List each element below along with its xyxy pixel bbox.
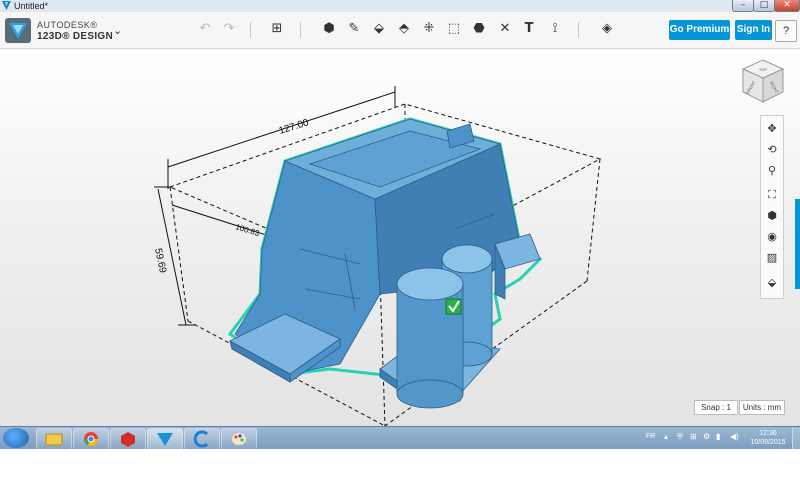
- grouping-icon[interactable]: ⬚: [445, 20, 463, 38]
- show-desktop-button[interactable]: [792, 427, 800, 449]
- sketch-icon[interactable]: ✎: [345, 20, 363, 38]
- pan-icon[interactable]: ✥: [761, 120, 783, 138]
- height-dimension-label: 59.69: [152, 247, 168, 274]
- blank-area: [0, 449, 800, 501]
- ccleaner-icon[interactable]: [184, 428, 220, 450]
- orbit-icon[interactable]: ⟲: [761, 141, 783, 159]
- navigation-cube[interactable]: TOP FRONT RIGHT: [740, 58, 786, 104]
- measure-icon[interactable]: ✕: [496, 20, 514, 38]
- navigation-bar: ✥ ⟲ ⚲ ⛶ ⬢ ◉ ▨ ⬙: [760, 115, 784, 299]
- material-toggle-icon[interactable]: ▨: [761, 249, 783, 267]
- material-icon[interactable]: ◈: [598, 20, 616, 38]
- minimize-button[interactable]: –: [732, 0, 754, 12]
- clock[interactable]: 12:36 10/09/2015: [748, 429, 788, 447]
- redo-icon[interactable]: ↷: [220, 20, 238, 38]
- brand-line2: 123D® DESIGN: [37, 31, 113, 42]
- scene-canvas[interactable]: 127.00 100.83 59.69: [0, 49, 800, 426]
- view-icon[interactable]: ⬢: [761, 207, 783, 225]
- close-button[interactable]: ✕: [774, 0, 800, 12]
- toolbar-separator: [578, 22, 579, 38]
- app-logo-icon: [2, 1, 11, 10]
- snap-setting[interactable]: Snap : 1: [694, 400, 738, 415]
- clock-time: 12:36: [759, 430, 777, 437]
- clock-date: 10/09/2015: [750, 439, 786, 446]
- add-icon[interactable]: ⊞: [268, 20, 286, 38]
- zoom-icon[interactable]: ⚲: [761, 162, 783, 180]
- maximize-button[interactable]: □: [753, 0, 775, 12]
- autodesk-logo-icon[interactable]: [5, 18, 31, 43]
- sketchup-icon[interactable]: [110, 428, 146, 450]
- modify-icon[interactable]: ⬘: [395, 20, 413, 38]
- toolbar-separator: [300, 22, 301, 38]
- combine-icon[interactable]: ⬣: [470, 20, 488, 38]
- pattern-icon[interactable]: ⁜: [420, 20, 438, 38]
- selection-check-icon[interactable]: [445, 298, 462, 315]
- window-title: Untitled*: [14, 1, 49, 11]
- text-icon[interactable]: T: [520, 20, 538, 38]
- 123d-icon[interactable]: [147, 428, 183, 450]
- paint-icon[interactable]: [221, 428, 257, 450]
- navcube-top-label: TOP: [759, 67, 767, 72]
- units-setting[interactable]: Units : mm: [739, 400, 785, 415]
- snap-icon[interactable]: ⟟: [546, 20, 564, 38]
- construct-icon[interactable]: ⬙: [370, 20, 388, 38]
- windows-taskbar: FR ▴ ⛨ ⊞ ⚙ ▮ ◀) 12:36 10/09/2015: [0, 426, 800, 450]
- 3d-model[interactable]: [227, 117, 543, 409]
- main-toolbar: AUTODESK® 123D® DESIGN ⌄ ↶ ↷ ⊞ ⬢ ✎ ⬙ ⬘ ⁜…: [0, 12, 800, 49]
- help-button[interactable]: ?: [775, 20, 797, 42]
- undo-icon[interactable]: ↶: [196, 20, 214, 38]
- explorer-icon[interactable]: [36, 428, 72, 450]
- toolbar-separator: [250, 22, 251, 38]
- chrome-icon[interactable]: [73, 428, 109, 450]
- width-dimension-label: 127.00: [278, 117, 311, 137]
- chevron-down-icon[interactable]: ⌄: [113, 24, 122, 37]
- primitives-icon[interactable]: ⬢: [320, 20, 338, 38]
- fit-icon[interactable]: ⛶: [761, 186, 783, 204]
- go-premium-button[interactable]: Go Premium: [669, 20, 730, 40]
- side-panel-tab[interactable]: [795, 199, 800, 289]
- snap-grid-icon[interactable]: ⬙: [761, 274, 783, 292]
- sign-in-button[interactable]: Sign In: [735, 20, 772, 40]
- start-button[interactable]: [3, 428, 29, 448]
- 3d-viewport[interactable]: 127.00 100.83 59.69 TOP FRONT RIGHT ✥ ⟲ …: [0, 49, 800, 426]
- visibility-icon[interactable]: ◉: [761, 228, 783, 246]
- brand-line1: AUTODESK®: [37, 20, 98, 30]
